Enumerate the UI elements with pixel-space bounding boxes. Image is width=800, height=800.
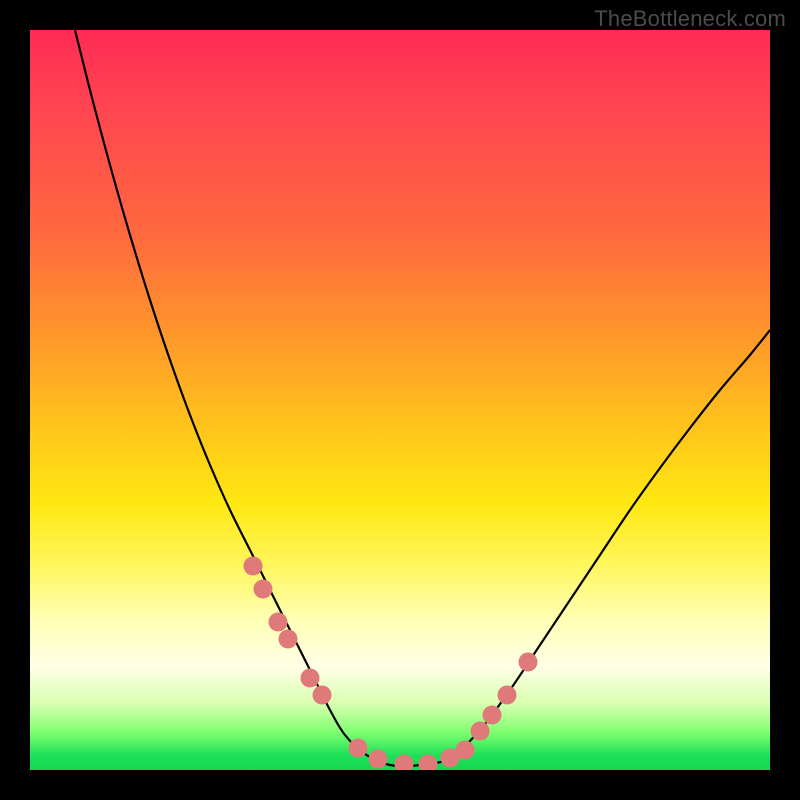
plot-area xyxy=(30,30,770,770)
highlighted-points-group xyxy=(244,557,538,771)
chart-frame: TheBottleneck.com xyxy=(0,0,800,800)
curve-layer xyxy=(30,30,770,770)
highlighted-point xyxy=(313,686,332,705)
highlighted-point xyxy=(369,750,388,769)
highlighted-point xyxy=(498,686,517,705)
highlighted-point xyxy=(419,755,438,771)
highlighted-point xyxy=(349,739,368,758)
bottleneck-curve xyxy=(75,30,770,766)
highlighted-point xyxy=(244,557,263,576)
highlighted-point xyxy=(301,669,320,688)
highlighted-point xyxy=(519,653,538,672)
highlighted-point xyxy=(456,741,475,760)
highlighted-point xyxy=(269,613,288,632)
highlighted-point xyxy=(279,630,298,649)
watermark-text: TheBottleneck.com xyxy=(594,6,786,32)
highlighted-point xyxy=(395,755,414,771)
highlighted-point xyxy=(471,722,490,741)
highlighted-point xyxy=(254,580,273,599)
highlighted-point xyxy=(483,706,502,725)
